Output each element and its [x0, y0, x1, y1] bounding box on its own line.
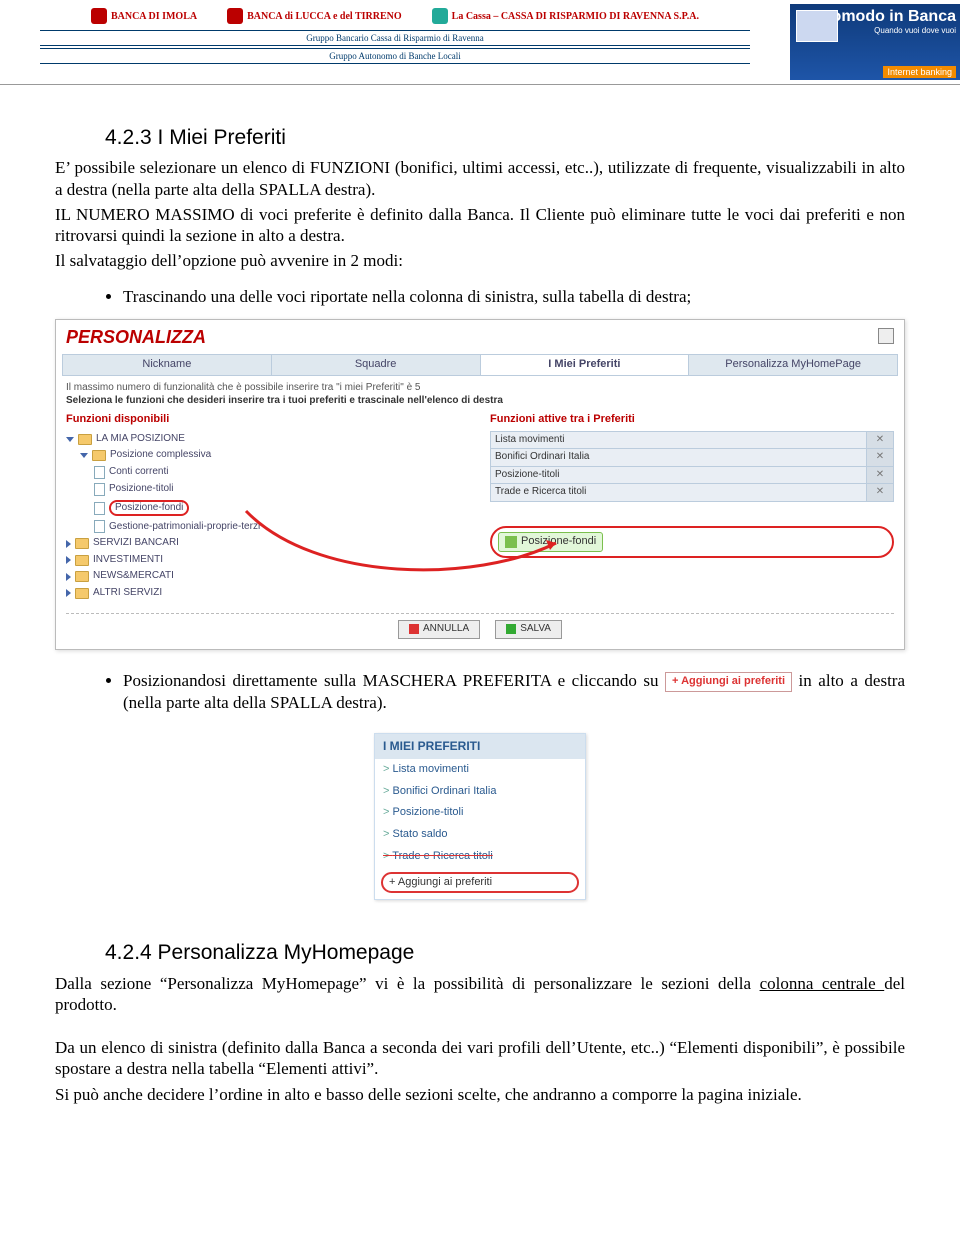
drag-icon — [505, 536, 517, 548]
left-col-heading: Funzioni disponibili — [66, 413, 470, 427]
para-424-3: Si può anche decidere l’ordine in alto e… — [55, 1084, 905, 1105]
add-favorites-button[interactable]: + Aggiungi ai preferiti — [381, 872, 579, 894]
doc-icon — [94, 483, 105, 496]
panel-title: PERSONALIZZA — [56, 320, 904, 355]
right-col-heading: Funzioni attive tra i Preferiti — [490, 413, 894, 427]
fav-item[interactable]: Trade e Ricerca titoli — [491, 484, 867, 502]
tab-myhomepage[interactable]: Personalizza MyHomePage — [689, 355, 897, 375]
fav-link[interactable]: > Posizione-titoli — [375, 802, 585, 824]
heading-424: 4.2.4 Personalizza MyHomepage — [105, 940, 905, 966]
tagline-2: Gruppo Autonomo di Banche Locali — [40, 48, 750, 64]
add-favorites-ribbon[interactable]: + Aggiungi ai preferiti — [665, 672, 792, 692]
internet-banking-banner: Comodo in Banca Quando vuoi dove vuoi In… — [790, 4, 960, 80]
tabs: Nickname Squadre I Miei Preferiti Person… — [62, 354, 898, 376]
para-423-2: IL NUMERO MASSIMO di voci preferite è de… — [55, 204, 905, 247]
print-icon[interactable] — [878, 328, 894, 344]
para-423-3: Il salvataggio dell’opzione può avvenire… — [55, 250, 905, 271]
cancel-button[interactable]: ANNULLA — [398, 620, 480, 639]
folder-icon — [75, 555, 89, 566]
fav-item[interactable]: Bonifici Ordinari Italia — [491, 449, 867, 467]
doc-icon — [94, 466, 105, 479]
fav-link[interactable]: > Trade e Ricerca titoli — [375, 846, 585, 868]
screenshot-personalizza: PERSONALIZZA Nickname Squadre I Miei Pre… — [55, 319, 905, 650]
doc-icon — [94, 520, 105, 533]
screenshot-sidebar-widget: I MIEI PREFERITI > Lista movimenti > Bon… — [374, 733, 586, 901]
bullet-mask: Posizionandosi direttamente sulla MASCHE… — [123, 670, 905, 713]
remove-icon[interactable]: ✕ — [867, 449, 894, 467]
folder-icon — [78, 434, 92, 445]
info-text: Il massimo numero di funzionalità che è … — [56, 376, 904, 413]
remove-icon[interactable]: ✕ — [867, 466, 894, 484]
drop-target[interactable]: Posizione-fondi — [490, 526, 894, 558]
heading-423: 4.2.3 I Miei Preferiti — [105, 125, 905, 151]
bullet-drag: Trascinando una delle voci riportate nel… — [123, 286, 905, 307]
folder-icon — [75, 571, 89, 582]
remove-icon[interactable]: ✕ — [867, 484, 894, 502]
page-header: BANCA DI IMOLA BANCA di LUCCA e del TIRR… — [0, 0, 960, 85]
fav-link[interactable]: > Stato saldo — [375, 824, 585, 846]
tagline-1: Gruppo Bancario Cassa di Risparmio di Ra… — [40, 30, 750, 46]
fav-item[interactable]: Lista movimenti — [491, 431, 867, 449]
function-tree[interactable]: LA MIA POSIZIONE Posizione complessiva C… — [66, 431, 470, 602]
doc-icon — [94, 502, 105, 515]
logo-la-cassa: La Cassa – CASSA DI RISPARMIO DI RAVENNA… — [432, 8, 699, 24]
para-423-1: E’ possibile selezionare un elenco di FU… — [55, 157, 905, 200]
logo-banca-imola: BANCA DI IMOLA — [91, 8, 197, 24]
highlighted-node: Posizione-fondi — [109, 500, 189, 517]
tab-squadre[interactable]: Squadre — [272, 355, 481, 375]
fav-link[interactable]: > Lista movimenti — [375, 759, 585, 781]
logo-banca-lucca: BANCA di LUCCA e del TIRRENO — [227, 8, 402, 24]
folder-icon — [75, 538, 89, 549]
folder-icon — [92, 450, 106, 461]
tab-nickname[interactable]: Nickname — [63, 355, 272, 375]
para-424-2: Da un elenco di sinistra (definito dalla… — [55, 1037, 905, 1080]
folder-icon — [75, 588, 89, 599]
save-button[interactable]: SALVA — [495, 620, 562, 639]
fav-link[interactable]: > Bonifici Ordinari Italia — [375, 781, 585, 803]
tab-preferiti[interactable]: I Miei Preferiti — [481, 355, 690, 375]
para-424-1: Dalla sezione “Personalizza MyHomepage” … — [55, 973, 905, 1016]
widget-title: I MIEI PREFERITI — [375, 734, 585, 759]
active-favorites-table: Lista movimenti✕ Bonifici Ordinari Itali… — [490, 431, 894, 502]
fav-item[interactable]: Posizione-titoli — [491, 466, 867, 484]
remove-icon[interactable]: ✕ — [867, 431, 894, 449]
logo-block: BANCA DI IMOLA BANCA di LUCCA e del TIRR… — [0, 4, 790, 66]
